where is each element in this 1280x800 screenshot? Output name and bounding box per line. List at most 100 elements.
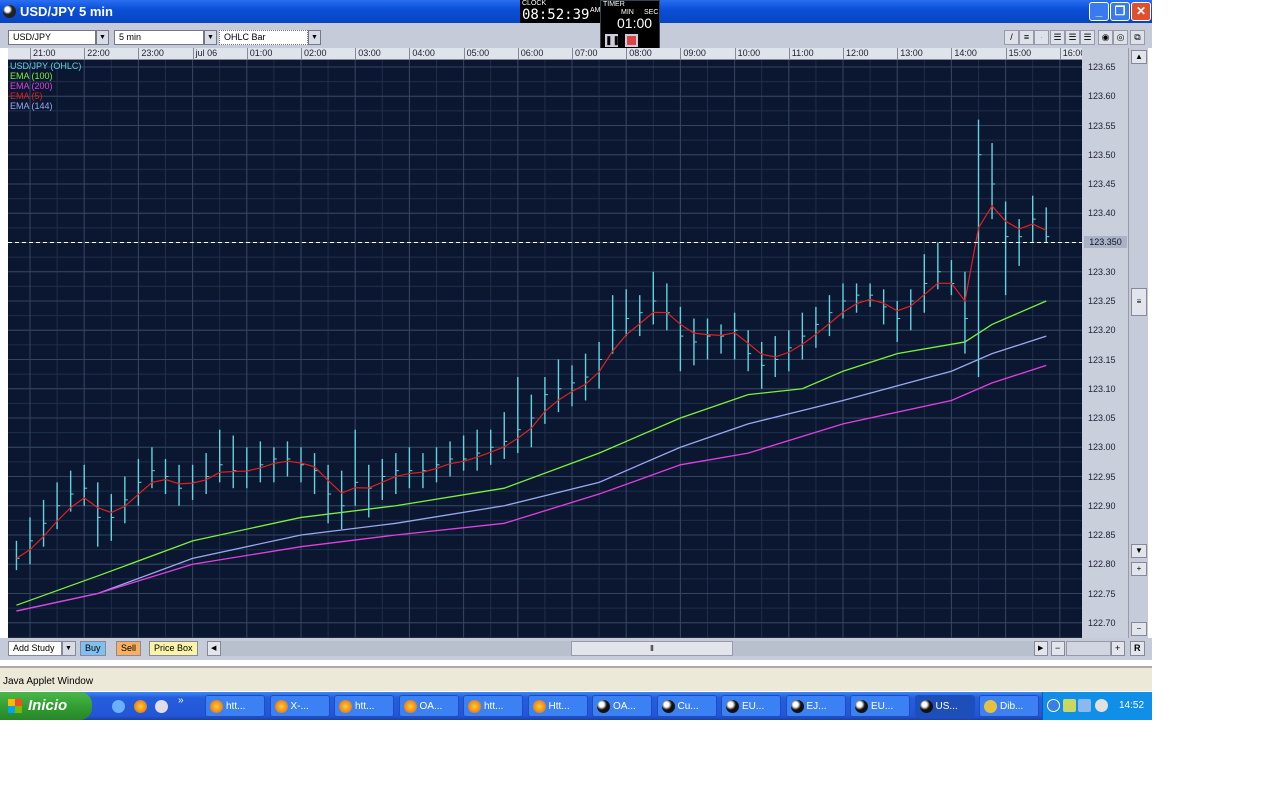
detach-window-icon[interactable]: ⧉ [1130,30,1145,45]
legend-item: EMA (200) [10,81,53,91]
price-axis-label: 123.55 [1088,120,1116,131]
chart-type-dropdown-button[interactable]: ▼ [308,30,321,45]
taskbar-item[interactable]: EU... [850,695,910,717]
buy-button[interactable]: Buy [80,641,106,656]
time-axis-label: 21:00 [30,48,56,60]
horizontal-line-icon[interactable]: ≡ [1019,30,1034,45]
zoom-minus-button[interactable]: − [1131,622,1147,636]
firefox-quicklaunch-icon[interactable] [134,700,147,713]
time-axis-label: 05:00 [463,48,489,60]
add-study-select[interactable]: Add Study [8,641,62,656]
media-quicklaunch-icon[interactable] [155,700,168,713]
taskbar-item[interactable]: US... [914,695,975,717]
taskbar-item[interactable]: Dib... [979,695,1039,717]
time-axis-label: 07:00 [572,48,598,60]
time-axis-label: 22:00 [84,48,110,60]
maximize-button[interactable]: ❐ [1110,2,1130,21]
taskbar-item[interactable]: htt... [205,695,265,717]
time-axis-label: 09:00 [680,48,706,60]
zoom-in-time-button[interactable]: + [1111,641,1125,656]
tray-clock-app-icon[interactable] [1063,699,1076,712]
minimize-button[interactable]: _ [1089,2,1109,21]
java-icon [919,700,933,713]
zoom-in-icon[interactable]: ◉ [1098,30,1113,45]
time-axis-label: 01:00 [246,48,272,60]
add-study-dropdown-button[interactable]: ▼ [62,641,76,656]
clock-label: CLOCK [522,0,547,7]
price-chart[interactable] [8,60,1082,638]
reset-view-button[interactable]: R [1130,641,1145,656]
paint-icon [984,700,997,713]
legend-item: EMA (5) [10,91,43,101]
disabled-tool-icon[interactable]: · [1034,30,1049,45]
price-box-button[interactable]: Price Box [149,641,198,656]
clock-time: 08:52:39 [522,7,590,23]
legend-item: EMA (100) [10,71,53,81]
taskbar-item[interactable]: EJ... [785,695,846,717]
firefox-icon [468,700,481,713]
taskbar-item-label: EU... [742,701,765,712]
zoom-plus-button[interactable]: + [1131,562,1147,576]
quicklaunch-more-icon[interactable]: » [178,695,184,706]
time-axis-label: 02:00 [301,48,327,60]
price-axis-label: 123.40 [1088,208,1116,219]
grid-style-1-icon[interactable]: ☰ [1050,30,1065,45]
price-axis-label: 122.80 [1088,559,1116,570]
taskbar-item-label: OA... [419,701,443,712]
system-tray: 14:52 [1042,692,1152,720]
zoom-out-icon[interactable]: ◎ [1113,30,1128,45]
taskbar-item[interactable]: Htt... [527,695,588,717]
grid-style-3-icon[interactable]: ☰ [1080,30,1095,45]
symbol-select[interactable]: USD/JPY [8,30,96,45]
taskbar-item-label: htt... [484,701,504,712]
scroll-up-button[interactable]: ▲ [1131,50,1147,64]
draw-line-icon[interactable]: / [1004,30,1019,45]
java-icon [726,700,739,713]
ema-line [16,335,1047,612]
scroll-down-button[interactable]: ▼ [1131,544,1147,558]
taskbar-item[interactable]: htt... [463,695,523,717]
grid-style-2-icon[interactable]: ☰ [1065,30,1080,45]
price-axis-label: 123.45 [1088,179,1116,189]
time-axis-label: 06:00 [517,48,543,60]
legend-item: EMA (144) [10,101,53,111]
tray-expand-icon[interactable] [1047,699,1060,712]
scroll-right-button[interactable]: ▶ [1034,641,1048,656]
taskbar-item[interactable]: OA... [592,695,652,717]
taskbar-item-label: US... [935,701,958,712]
taskbar-item-label: EJ... [806,701,827,712]
zoom-out-time-button[interactable]: − [1051,641,1065,656]
scroll-thumb[interactable]: ≡ [1131,288,1147,316]
scroll-left-button[interactable]: ◀ [207,641,221,656]
interval-dropdown-button[interactable]: ▼ [204,30,217,45]
close-button[interactable]: ✕ [1131,2,1151,21]
time-axis-label: 11:00 [788,48,814,60]
taskbar-item[interactable]: OA... [398,695,459,717]
chart-type-select[interactable]: OHLC Bar [219,30,308,45]
pause-icon[interactable]: ❚❚ [605,34,620,47]
taskbar-item[interactable]: X-... [269,695,330,717]
price-axis-label: 122.95 [1088,471,1116,482]
taskbar-item[interactable]: EU... [721,695,781,717]
network-icon[interactable] [1078,699,1091,712]
bottom-bar: Add Study ▼ Buy Sell Price Box ◀ Ⅱ ▶ − +… [0,638,1152,660]
time-zoom-slider[interactable] [1066,641,1111,656]
reset-timer-icon[interactable] [625,34,638,47]
taskbar-item-label: X-... [290,701,309,712]
taskbar-item[interactable]: htt... [334,695,394,717]
horizontal-scroll-thumb[interactable]: Ⅱ [571,641,733,656]
volume-icon[interactable] [1095,699,1108,712]
time-axis-label: 15:00 [1005,48,1031,60]
horizontal-scrollbar[interactable]: Ⅱ [221,641,1034,656]
price-axis-label: 123.05 [1088,413,1116,423]
price-axis-label: 122.70 [1088,617,1116,628]
window-title: USD/JPY 5 min [20,4,113,19]
taskbar-item-label: Cu... [677,701,699,712]
sell-button[interactable]: Sell [116,641,142,656]
taskbar-item[interactable]: Cu... [656,695,717,717]
symbol-dropdown-button[interactable]: ▼ [96,30,109,45]
ie-quicklaunch-icon[interactable] [112,700,125,713]
interval-select[interactable]: 5 min [114,30,204,45]
start-button[interactable]: Inicio [0,692,92,720]
vertical-scrollbar[interactable]: ▲ ≡ ▼ + − [1128,48,1148,638]
